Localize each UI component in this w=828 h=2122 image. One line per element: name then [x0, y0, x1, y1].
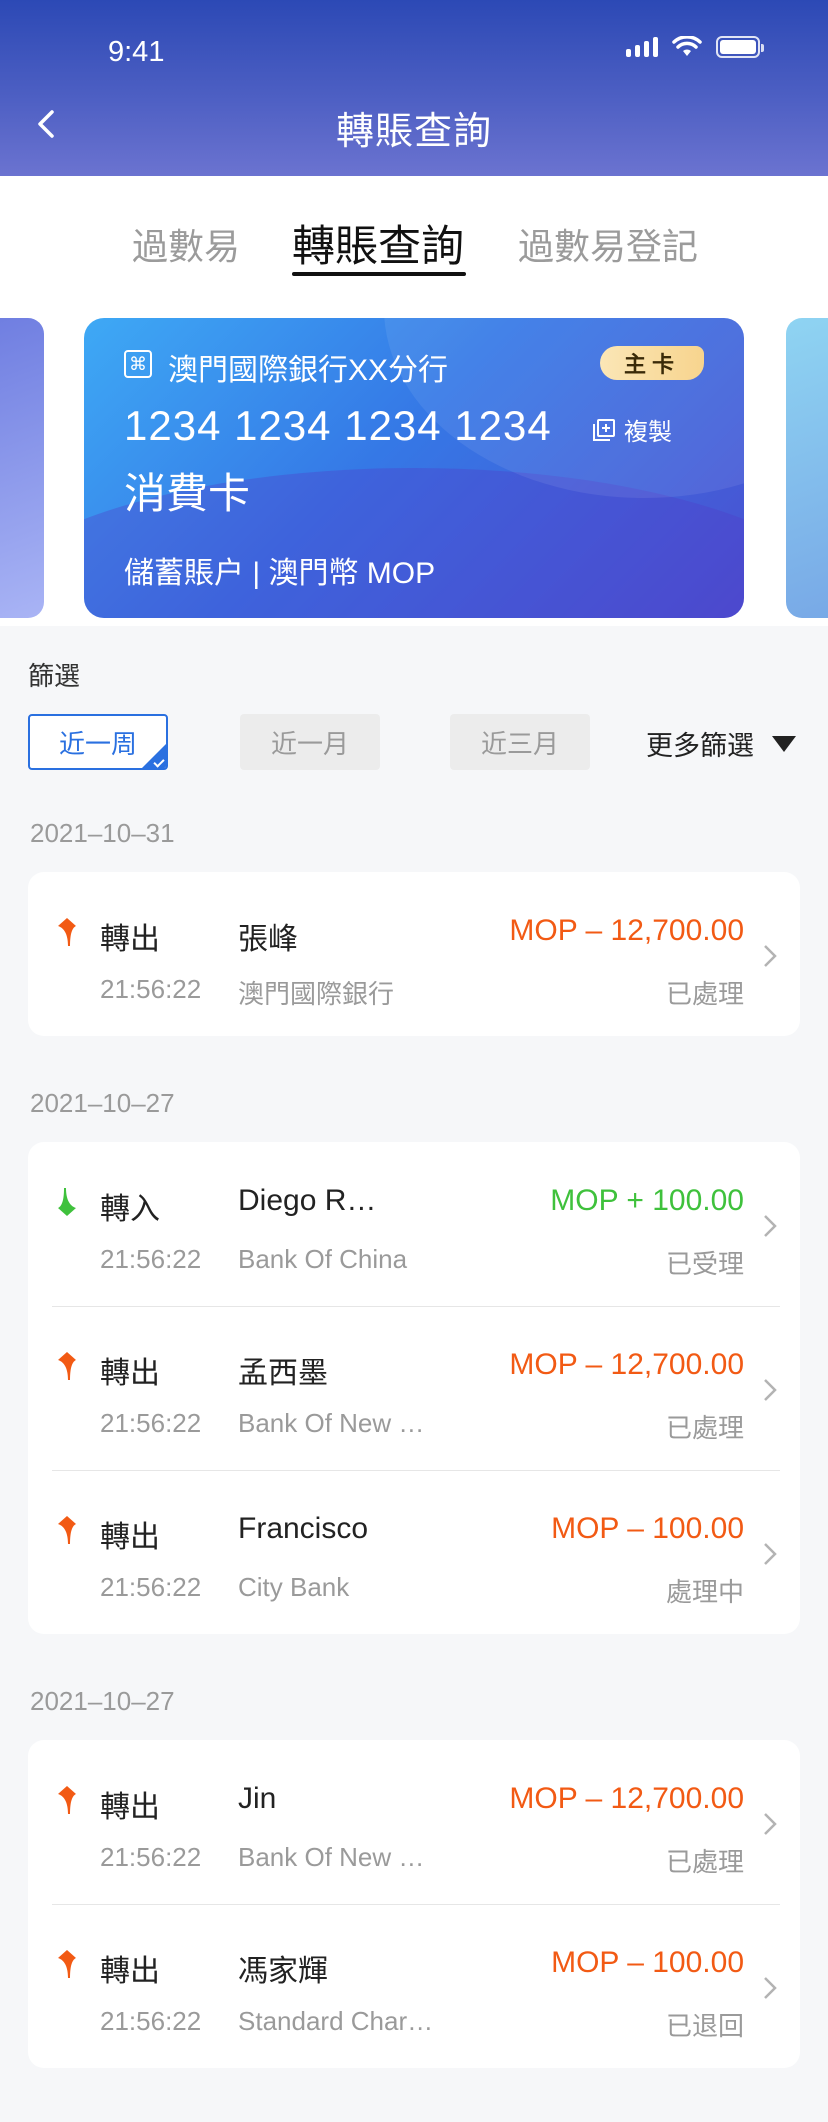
amount: MOP – 100.00 — [551, 1512, 744, 1545]
bank-name: City Bank — [238, 1572, 350, 1602]
bank-name: Bank Of New … — [238, 1842, 425, 1872]
chevron-right-icon — [764, 1543, 777, 1565]
chevron-right-icon — [764, 1977, 777, 1999]
status-label: 已處理 — [665, 1413, 744, 1443]
direction-label: 轉出 — [100, 1521, 160, 1554]
filter-chip-three-months[interactable]: 近三月 — [450, 714, 590, 770]
wifi-icon — [672, 36, 702, 56]
filter-title: 篩選 — [28, 661, 81, 691]
filter-chip-label: 近一月 — [270, 728, 349, 759]
transaction-time: 21:56:22 — [100, 1408, 202, 1438]
transaction-time: 21:56:22 — [100, 1842, 202, 1872]
transaction-time: 21:56:22 — [100, 1244, 202, 1274]
transaction-row[interactable]: 轉出 Jin MOP – 12,700.00 21:56:22 Bank Of … — [28, 1740, 800, 1904]
next-card[interactable] — [786, 318, 828, 618]
chevron-right-icon — [764, 1215, 777, 1237]
date-header: 2021–10–31 — [30, 818, 175, 848]
transaction-group: 轉出 Jin MOP – 12,700.00 21:56:22 Bank Of … — [28, 1740, 800, 2068]
direction-label: 轉出 — [100, 923, 160, 956]
bank-name: Bank Of New … — [238, 1408, 425, 1438]
copy-button[interactable]: 複製 — [592, 412, 672, 447]
chevron-right-icon — [764, 1813, 777, 1835]
transaction-time: 21:56:22 — [100, 2006, 202, 2036]
chevron-right-icon — [764, 945, 777, 967]
transfer-out-arrow-icon — [58, 1950, 76, 1978]
transaction-row[interactable]: 轉入 Diego R… MOP + 100.00 21:56:22 Bank O… — [28, 1142, 800, 1306]
direction-label: 轉入 — [100, 1193, 160, 1226]
counterparty-name: 張峰 — [238, 923, 298, 956]
app-header: 9:41 轉賬查詢 — [0, 0, 828, 176]
transaction-time: 21:56:22 — [100, 1572, 202, 1602]
counterparty-name: 馮家輝 — [238, 1955, 328, 1988]
bank-name: Bank Of China — [238, 1244, 408, 1274]
amount: MOP + 100.00 — [550, 1184, 744, 1217]
battery-icon — [716, 36, 764, 58]
bank-name: 澳門國際銀行XX分行 — [168, 354, 449, 387]
date-header: 2021–10–27 — [30, 1088, 175, 1118]
direction-label: 轉出 — [100, 1955, 160, 1988]
page-title: 轉賬查詢 — [335, 111, 492, 153]
filter-chip-label: 近三月 — [480, 728, 559, 759]
direction-label: 轉出 — [100, 1791, 160, 1824]
main-card-badge: 主卡 — [600, 346, 704, 380]
triangle-down-icon — [772, 735, 796, 752]
bank-logo-icon: ⌘ — [124, 350, 152, 378]
counterparty-name: 孟西墨 — [238, 1357, 328, 1390]
copy-icon — [593, 418, 615, 441]
status-label: 已退回 — [665, 2011, 744, 2041]
tab-bar: 過數易 轉賬查詢 過數易登記 — [0, 176, 828, 296]
status-label: 已受理 — [665, 1249, 744, 1279]
counterparty-name: Diego R… — [238, 1184, 377, 1217]
transfer-in-arrow-icon — [58, 1188, 76, 1216]
card-carousel[interactable]: ⌘ 澳門國際銀行XX分行 主卡 1234 1234 1234 1234 複製 消… — [0, 296, 828, 626]
transaction-group: 轉出 張峰 MOP – 12,700.00 21:56:22 澳門國際銀行 已處… — [28, 872, 800, 1036]
transaction-row[interactable]: 轉出 Francisco MOP – 100.00 21:56:22 City … — [28, 1470, 800, 1634]
transfer-out-arrow-icon — [58, 1786, 76, 1814]
filter-chip-label: 近一周 — [58, 728, 137, 759]
transaction-group: 轉入 Diego R… MOP + 100.00 21:56:22 Bank O… — [28, 1142, 800, 1634]
counterparty-name: Francisco — [238, 1512, 369, 1545]
filter-chip-month[interactable]: 近一月 — [240, 714, 380, 770]
status-label: 已處理 — [665, 1847, 744, 1877]
amount: MOP – 12,700.00 — [509, 1348, 744, 1381]
transfer-out-arrow-icon — [58, 918, 76, 946]
transaction-row[interactable]: 轉出 孟西墨 MOP – 12,700.00 21:56:22 Bank Of … — [28, 1306, 800, 1470]
transaction-row[interactable]: 轉出 張峰 MOP – 12,700.00 21:56:22 澳門國際銀行 已處… — [28, 872, 800, 1036]
copy-label: 複製 — [624, 419, 672, 446]
date-header: 2021–10–27 — [30, 1686, 175, 1716]
bank-card[interactable]: ⌘ 澳門國際銀行XX分行 主卡 1234 1234 1234 1234 複製 消… — [84, 318, 744, 618]
tab-fps-registration[interactable]: 過數易登記 — [518, 218, 698, 270]
counterparty-name: Jin — [238, 1782, 277, 1815]
amount: MOP – 12,700.00 — [509, 914, 744, 947]
card-number: 1234 1234 1234 1234 — [124, 402, 552, 449]
transaction-row[interactable]: 轉出 馮家輝 MOP – 100.00 21:56:22 Standard Ch… — [28, 1904, 800, 2068]
status-time: 9:41 — [108, 36, 165, 68]
transfer-out-arrow-icon — [58, 1516, 76, 1544]
tab-fps[interactable]: 過數易 — [132, 218, 240, 270]
account-info: 儲蓄賬户 | 澳門幣 MOP — [124, 557, 436, 590]
status-label: 已處理 — [665, 979, 744, 1009]
transaction-time: 21:56:22 — [100, 974, 202, 1004]
status-icons — [626, 36, 764, 58]
cellular-signal-icon — [626, 37, 658, 57]
bank-name: 澳門國際銀行 — [238, 979, 395, 1009]
amount: MOP – 12,700.00 — [509, 1782, 744, 1815]
filter-chip-week[interactable]: 近一周 — [28, 714, 168, 770]
more-filters-label: 更多篩選 — [646, 731, 754, 761]
bank-name: Standard Char… — [238, 2006, 434, 2036]
card-type: 消費卡 — [124, 470, 251, 517]
chevron-right-icon — [764, 1379, 777, 1401]
status-label: 處理中 — [665, 1577, 744, 1607]
tab-transfer-query[interactable]: 轉賬查詢 — [292, 212, 464, 274]
active-tab-indicator — [292, 272, 466, 276]
transfer-out-arrow-icon — [58, 1352, 76, 1380]
previous-card[interactable] — [0, 318, 44, 618]
direction-label: 轉出 — [100, 1357, 160, 1390]
more-filters-button[interactable]: 更多篩選 — [646, 724, 796, 763]
amount: MOP – 100.00 — [551, 1946, 744, 1979]
